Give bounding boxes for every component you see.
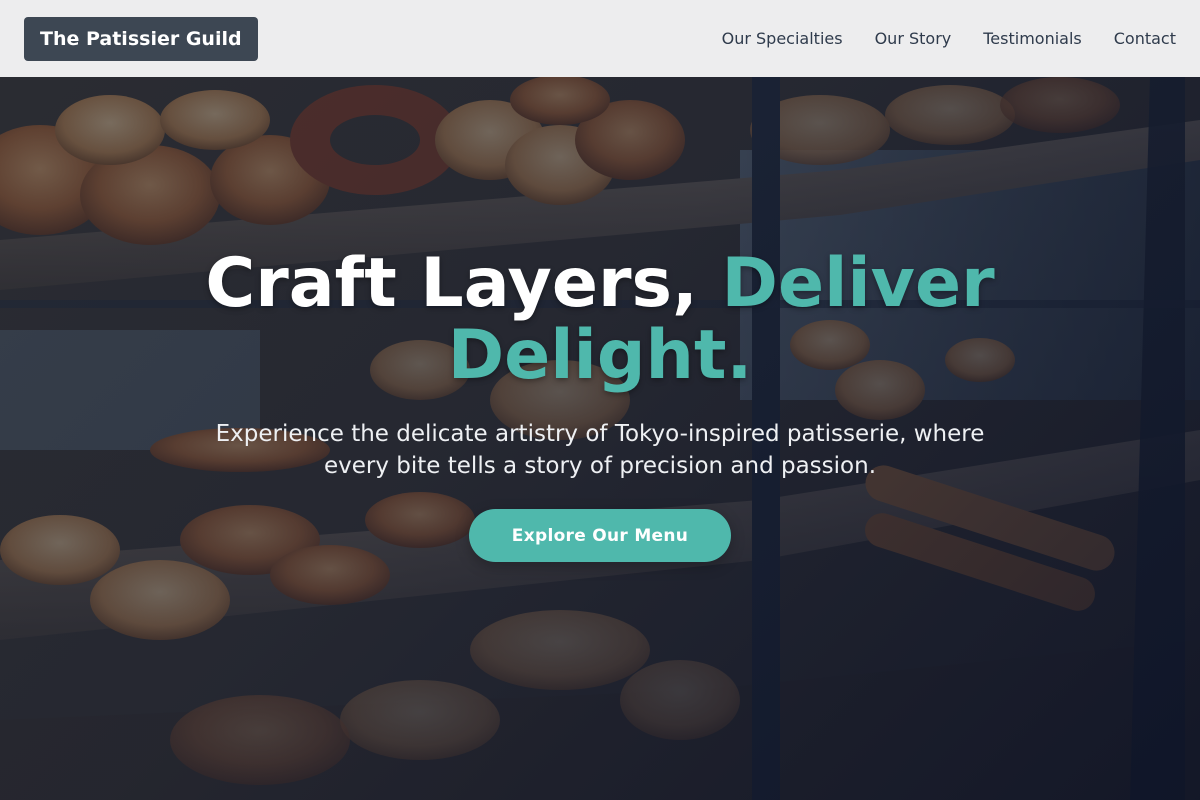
explore-menu-button[interactable]: Explore Our Menu [469, 509, 731, 562]
nav-link-our-story[interactable]: Our Story [875, 29, 952, 48]
nav-link-testimonials[interactable]: Testimonials [983, 29, 1082, 48]
hero-headline: Craft Layers, Deliver Delight. [100, 248, 1100, 392]
nav-link-our-specialties[interactable]: Our Specialties [722, 29, 843, 48]
brand-logo[interactable]: The Patissier Guild [24, 16, 258, 61]
hero-dark-overlay [0, 0, 1200, 800]
hero-section [0, 0, 1200, 800]
site-header: The Patissier Guild Our Specialties Our … [0, 0, 1200, 77]
hero-subtitle: Experience the delicate artistry of Toky… [215, 421, 985, 479]
headline-main-text: Craft Layers, [205, 244, 722, 323]
main-nav: Our Specialties Our Story Testimonials C… [722, 29, 1176, 48]
nav-link-contact[interactable]: Contact [1114, 29, 1176, 48]
